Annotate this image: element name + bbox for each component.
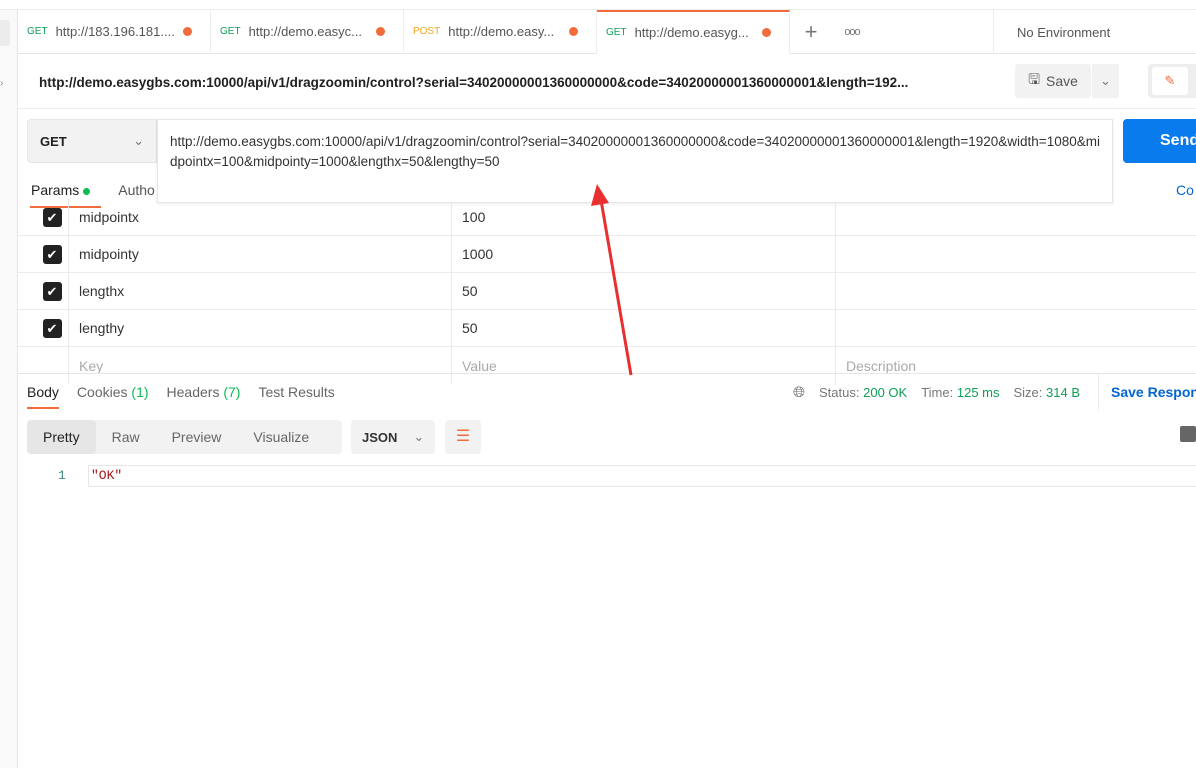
tab-body[interactable]: Body	[27, 384, 59, 409]
url-input[interactable]: http://demo.easygbs.com:10000/api/v1/dra…	[157, 119, 1113, 203]
view-preview[interactable]: Preview	[156, 420, 238, 454]
view-visualize[interactable]: Visualize	[237, 420, 325, 454]
pencil-icon: ✎	[1152, 67, 1188, 95]
tab-cookies[interactable]: Cookies (1)	[77, 384, 149, 400]
line-number: 1	[58, 468, 66, 483]
tab-params[interactable]: Params	[29, 182, 102, 208]
save-response-button[interactable]: Save Respons	[1098, 374, 1196, 410]
save-icon: 🖫	[1028, 71, 1040, 87]
sidebar-item[interactable]	[0, 20, 10, 46]
tab-headers[interactable]: Headers (7)	[167, 384, 241, 400]
more-tabs-button[interactable]: ooo	[832, 26, 872, 38]
table-row: ✔ lengthy 50	[18, 310, 1196, 347]
checkbox[interactable]: ✔	[42, 318, 62, 338]
save-button[interactable]: 🖫 Save	[1015, 64, 1091, 98]
response-panel: Body Cookies (1) Headers (7) Test Result…	[18, 373, 1196, 487]
view-pretty[interactable]: Pretty	[27, 420, 96, 454]
chevron-right-icon[interactable]: ›	[0, 78, 3, 89]
method-select[interactable]: GET ⌄	[27, 119, 157, 163]
chevron-down-icon: ⌄	[413, 429, 425, 444]
value-input[interactable]: Value	[451, 347, 835, 384]
view-mode-selector: Pretty Raw Preview Visualize	[27, 420, 342, 454]
checkbox[interactable]: ✔	[42, 244, 62, 264]
globe-icon[interactable]: 🌐︎	[793, 384, 805, 401]
view-raw[interactable]: Raw	[96, 420, 156, 454]
new-tab-button[interactable]: +	[790, 19, 832, 45]
unsaved-dot-icon	[762, 28, 771, 37]
table-row-new: Key Value Description	[18, 347, 1196, 384]
request-tab-active[interactable]: GET http://demo.easyg...	[597, 9, 790, 54]
checkbox[interactable]: ✔	[42, 207, 62, 227]
response-body[interactable]: "OK"	[88, 465, 1196, 487]
response-status: 🌐︎ Status: 200 OK Time: 125 ms Size: 314…	[793, 384, 1081, 401]
request-tab[interactable]: POST http://demo.easy...	[404, 9, 597, 54]
response-tabs: Body Cookies (1) Headers (7) Test Result…	[27, 384, 335, 409]
tab-test-results[interactable]: Test Results	[258, 384, 334, 400]
table-row: ✔ lengthx 50	[18, 273, 1196, 310]
tab-authorization[interactable]: Autho	[118, 182, 155, 198]
checkbox[interactable]: ✔	[42, 281, 62, 301]
unsaved-dot-icon	[376, 27, 385, 36]
request-title[interactable]: http://demo.easygbs.com:10000/api/v1/dra…	[39, 75, 908, 90]
request-section-tabs: Params Autho	[29, 182, 155, 208]
environment-selector[interactable]: No Environment	[993, 10, 1196, 54]
unsaved-dot-icon	[183, 27, 192, 36]
request-tab[interactable]: GET http://183.196.181....	[18, 9, 211, 54]
edit-toggle[interactable]: ✎	[1148, 64, 1196, 98]
params-table: ✔ midpointx 100 ✔ midpointy 1000 ✔ lengthx 50 …	[18, 199, 1196, 384]
chevron-down-icon: ⌄	[133, 133, 144, 148]
save-dropdown-button[interactable]: ⌄	[1092, 64, 1119, 98]
table-row: ✔ midpointx 100	[18, 199, 1196, 236]
window-top-strip	[0, 0, 1196, 10]
wrap-lines-icon[interactable]: ☰	[445, 420, 481, 454]
chevron-down-icon: ⌄	[1100, 73, 1111, 88]
copy-icon[interactable]	[1180, 426, 1196, 442]
key-input[interactable]: Key	[68, 347, 451, 384]
send-button[interactable]: Send	[1123, 119, 1196, 163]
unsaved-dot-icon	[569, 27, 578, 36]
code-link[interactable]: Co	[1176, 182, 1194, 198]
table-row: ✔ midpointy 1000	[18, 236, 1196, 273]
sidebar: ›	[0, 10, 18, 768]
format-select[interactable]: JSON ⌄	[351, 420, 435, 454]
active-dot-icon	[83, 187, 91, 195]
request-tab[interactable]: GET http://demo.easyc...	[211, 9, 404, 54]
request-title-bar: http://demo.easygbs.com:10000/api/v1/dra…	[18, 54, 1196, 109]
